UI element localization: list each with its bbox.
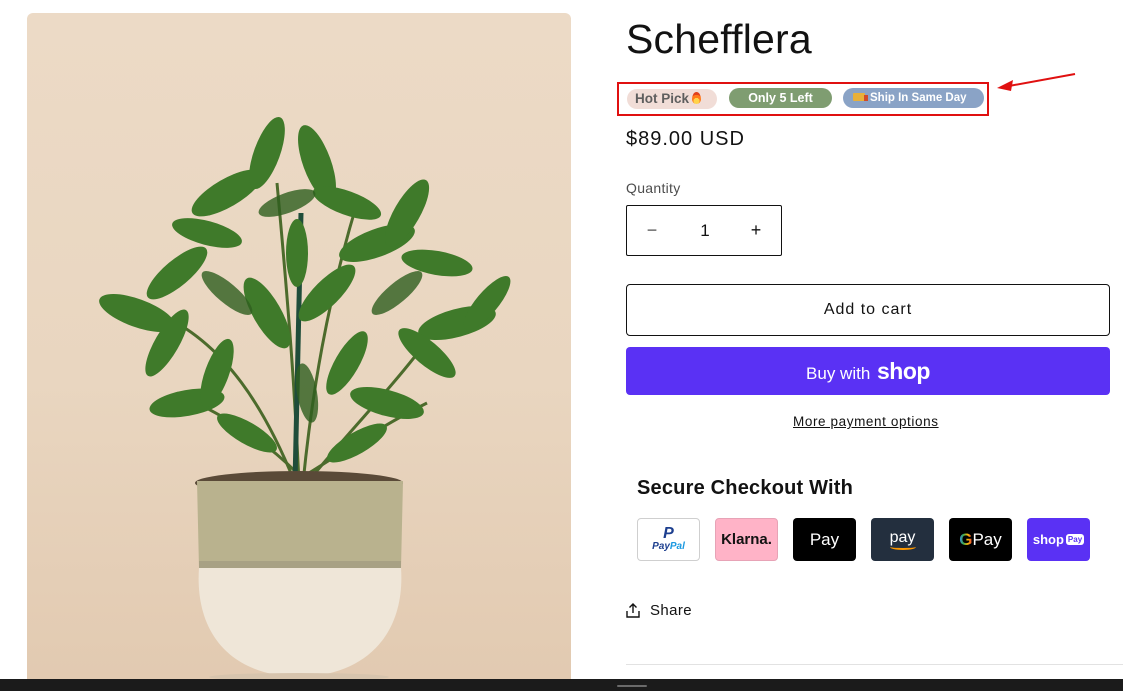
quantity-label: Quantity: [626, 180, 681, 196]
hot-pick-label: Hot Pick: [635, 91, 690, 106]
shop-logo: shop: [877, 358, 930, 384]
klarna-logo: Klarna.: [715, 518, 778, 561]
google-g-icon: G: [959, 529, 973, 549]
more-payment-options-link[interactable]: More payment options: [793, 414, 939, 429]
share-button[interactable]: Share: [626, 602, 692, 619]
paypal-wordmark: PayPal: [652, 541, 685, 552]
shop-pay-logo: shop Pay: [1027, 518, 1090, 561]
section-divider: [626, 664, 1123, 665]
stock-badge: Only 5 Left: [729, 88, 832, 108]
product-price: $89.00 USD: [626, 128, 745, 150]
apple-pay-logo: Pay: [793, 518, 856, 561]
share-label: Share: [650, 602, 693, 619]
buy-with-shop-button[interactable]: Buy with shop: [626, 347, 1110, 395]
fire-icon: [692, 92, 702, 104]
amazon-smile-icon: [889, 544, 916, 550]
shipping-badge: Ship In Same Day: [843, 88, 984, 108]
shipping-label: Ship In Same Day: [870, 92, 967, 104]
quantity-increment-button[interactable]: +: [731, 206, 781, 255]
product-image[interactable]: [27, 13, 571, 679]
schefflera-plant-illustration: [99, 117, 511, 679]
truck-icon: [853, 93, 868, 101]
add-to-cart-button[interactable]: Add to cart: [626, 284, 1110, 336]
paypal-mark: P: [663, 525, 674, 542]
secure-checkout-heading: Secure Checkout With: [637, 477, 854, 499]
hot-pick-badge: Hot Pick: [627, 89, 717, 109]
red-arrow-icon: [997, 73, 1076, 91]
paypal-logo: P PayPal: [637, 518, 700, 561]
share-icon: [626, 603, 640, 618]
bottom-bar-handle[interactable]: [617, 685, 647, 687]
quantity-stepper: − 1 +: [626, 205, 782, 256]
bottom-bar: [0, 679, 1123, 691]
google-pay-logo: G Pay: [949, 518, 1012, 561]
quantity-decrement-button[interactable]: −: [627, 206, 677, 255]
buy-with-label: Buy with: [806, 364, 871, 383]
product-title: Schefflera: [626, 16, 812, 62]
quantity-input[interactable]: 1: [677, 206, 733, 255]
amazon-pay-logo: pay: [871, 518, 934, 561]
